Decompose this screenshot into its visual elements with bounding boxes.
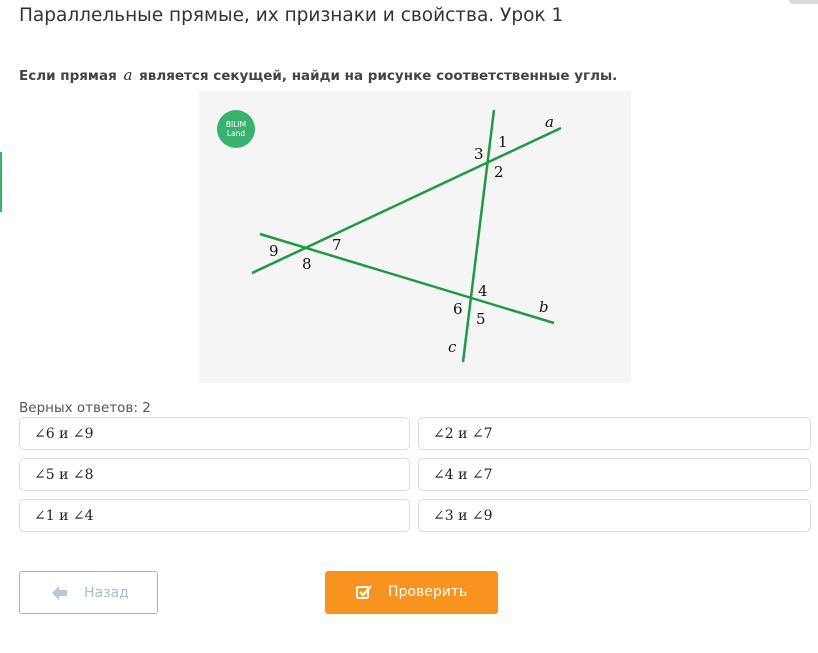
answer-option-text: ∠4 и ∠7: [433, 467, 493, 483]
line-a: [251, 126, 562, 275]
top-corner-tab: [789, 0, 818, 4]
question-text: Если прямая a является секущей, найди на…: [19, 66, 617, 84]
answer-option-text: ∠2 и ∠7: [433, 426, 493, 442]
answer-option-text: ∠1 и ∠4: [34, 508, 94, 524]
answer-option-6[interactable]: ∠3 и ∠9: [418, 499, 811, 532]
geometry-figure: BILIM Land a b c 1 2 3 4 5 6 7 8 9: [199, 91, 631, 383]
answers-count: Верных ответов: 2: [19, 400, 151, 416]
arrow-left-icon: [52, 585, 68, 604]
angle-label-2: 2: [494, 163, 504, 181]
answer-option-text: ∠5 и ∠8: [34, 467, 94, 483]
answer-option-1[interactable]: ∠6 и ∠9: [19, 417, 410, 450]
geometry-svg: BILIM Land a b c 1 2 3 4 5 6 7 8 9: [217, 109, 562, 363]
angle-label-4: 4: [478, 282, 488, 300]
back-button[interactable]: Назад: [19, 571, 158, 614]
answer-option-2[interactable]: ∠2 и ∠7: [418, 417, 811, 450]
page-title: Параллельные прямые, их признаки и свойс…: [19, 5, 564, 26]
back-button-label: Назад: [84, 585, 129, 601]
angle-label-3: 3: [474, 145, 484, 163]
question-suffix: является секущей, найди на рисунке соотв…: [139, 68, 618, 84]
logo-line1: BILIM: [226, 120, 246, 129]
left-accent-bar: [0, 152, 2, 212]
angle-label-8: 8: [302, 255, 312, 273]
bilimland-logo: BILIM Land: [217, 110, 255, 148]
answer-option-4[interactable]: ∠4 и ∠7: [418, 458, 811, 491]
question-prefix: Если прямая: [19, 68, 117, 84]
answer-option-5[interactable]: ∠1 и ∠4: [19, 499, 410, 532]
label-line-c: c: [448, 338, 457, 356]
line-b: [259, 232, 555, 325]
angle-label-5: 5: [476, 310, 486, 328]
angle-label-1: 1: [498, 133, 508, 151]
logo-line2: Land: [227, 129, 246, 138]
answer-option-text: ∠6 и ∠9: [34, 426, 94, 442]
check-button-label: Проверить: [388, 584, 468, 600]
label-line-b: b: [539, 298, 549, 316]
angle-label-7: 7: [332, 236, 342, 254]
answer-option-text: ∠3 и ∠9: [433, 508, 493, 524]
angle-label-9: 9: [269, 242, 279, 260]
checkbox-icon: [356, 585, 372, 604]
angle-label-6: 6: [453, 300, 463, 318]
check-button[interactable]: Проверить: [325, 571, 498, 614]
label-line-a: a: [545, 113, 554, 131]
question-variable: a: [123, 66, 133, 84]
answer-option-3[interactable]: ∠5 и ∠8: [19, 458, 410, 491]
